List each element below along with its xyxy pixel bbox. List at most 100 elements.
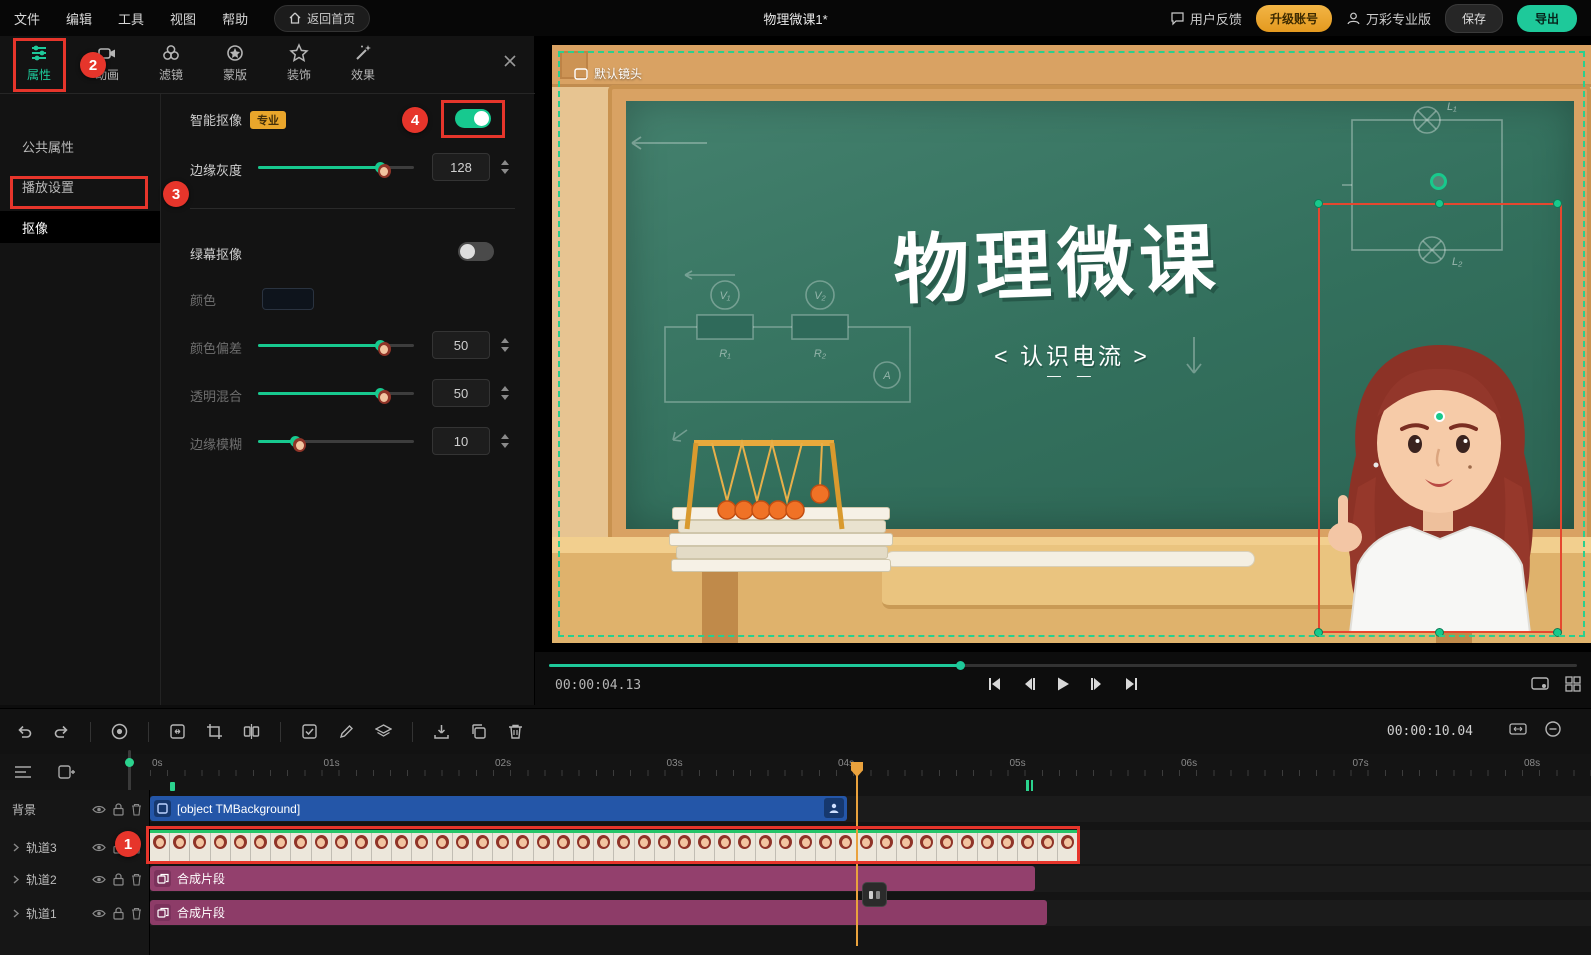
chroma-key-icon[interactable] <box>824 798 844 818</box>
delete-icon[interactable] <box>507 723 524 740</box>
menu-help[interactable]: 帮助 <box>222 9 248 28</box>
track-manager-icon[interactable] <box>14 764 32 780</box>
color-swatch[interactable] <box>262 288 314 310</box>
center-handle[interactable] <box>1434 411 1445 422</box>
tab-animation[interactable]: 动画 <box>82 43 132 83</box>
copy-icon[interactable] <box>470 723 487 740</box>
trash-icon[interactable] <box>131 841 142 854</box>
track-header-track1[interactable]: 轨道1 <box>0 900 150 926</box>
export-clip-icon[interactable] <box>433 723 450 740</box>
account-button[interactable]: 万彩专业版 <box>1346 9 1431 28</box>
zoom-out-icon[interactable] <box>1545 721 1561 737</box>
menu-edit[interactable]: 编辑 <box>66 9 92 28</box>
green-screen-toggle[interactable] <box>458 242 494 261</box>
frame-forward-button[interactable] <box>1089 676 1105 692</box>
sidebar-item-keying[interactable]: 抠像 <box>0 211 160 243</box>
edge-blur-slider[interactable] <box>258 432 414 450</box>
frame-back-button[interactable] <box>1021 676 1037 692</box>
book <box>676 546 888 559</box>
skip-start-button[interactable] <box>987 676 1003 692</box>
progress-thumb[interactable] <box>956 661 965 670</box>
track3-filmstrip[interactable] <box>150 830 1080 864</box>
selection-handle[interactable] <box>1553 628 1562 637</box>
smart-key-toggle[interactable] <box>455 109 491 128</box>
lock-icon[interactable] <box>113 803 124 816</box>
eye-icon[interactable] <box>92 842 106 853</box>
color-label: 颜色 <box>190 290 216 309</box>
track-height-slider[interactable] <box>128 750 131 794</box>
selection-handle[interactable] <box>1314 628 1323 637</box>
selection-handle[interactable] <box>1314 199 1323 208</box>
edit-pen-icon[interactable] <box>338 723 355 740</box>
split-icon[interactable] <box>243 723 260 740</box>
redo-icon[interactable] <box>53 723 70 740</box>
background-clip[interactable]: [object TMBackground] <box>150 796 847 821</box>
track-header-track2[interactable]: 轨道2 <box>0 866 150 892</box>
layers-icon[interactable] <box>375 723 392 740</box>
track1-composite-clip[interactable]: 合成片段 <box>150 900 1047 925</box>
edge-gray-value[interactable]: 128 <box>432 153 490 181</box>
menu-view[interactable]: 视图 <box>170 9 196 28</box>
screenshot-icon[interactable] <box>1531 676 1549 692</box>
color-dev-spinner[interactable] <box>498 331 512 359</box>
eye-icon[interactable] <box>92 874 106 885</box>
track-header-background[interactable]: 背景 <box>0 796 150 822</box>
menu-tools[interactable]: 工具 <box>118 9 144 28</box>
lock-icon[interactable] <box>113 907 124 920</box>
skip-end-button[interactable] <box>1123 676 1139 692</box>
preview-progress-bar[interactable] <box>549 664 1577 667</box>
tab-effects[interactable]: 效果 <box>338 43 388 83</box>
trash-icon[interactable] <box>131 907 142 920</box>
track2-composite-clip[interactable]: 合成片段 <box>150 866 1035 891</box>
select-clip-icon[interactable] <box>301 723 318 740</box>
tab-filters[interactable]: 滤镜 <box>146 43 196 83</box>
grid-view-icon[interactable] <box>1565 676 1581 692</box>
fit-timeline-icon[interactable] <box>1509 721 1527 737</box>
feedback-button[interactable]: 用户反馈 <box>1170 9 1242 28</box>
chevron-right-icon[interactable] <box>12 843 20 852</box>
trash-icon[interactable] <box>131 873 142 886</box>
tab-decoration[interactable]: 装饰 <box>274 43 324 83</box>
camera-label[interactable]: 默认镜头 <box>574 65 642 82</box>
tab-properties[interactable]: 属性 <box>14 43 64 83</box>
save-button[interactable]: 保存 <box>1445 4 1503 33</box>
composite-icon <box>154 904 171 921</box>
crop-icon[interactable] <box>206 723 223 740</box>
trash-icon[interactable] <box>131 803 142 816</box>
undo-icon[interactable] <box>16 723 33 740</box>
record-keyframe-icon[interactable] <box>111 723 128 740</box>
add-track-icon[interactable] <box>58 764 75 780</box>
selection-handle[interactable] <box>1553 199 1562 208</box>
rotate-handle[interactable] <box>1430 173 1447 190</box>
eye-icon[interactable] <box>92 804 106 815</box>
alpha-blend-slider[interactable] <box>258 384 414 402</box>
sidebar-item-common[interactable]: 公共属性 <box>0 130 160 162</box>
edge-gray-spinner[interactable] <box>498 153 512 181</box>
edge-blur-value[interactable]: 10 <box>432 427 490 455</box>
lock-icon[interactable] <box>113 873 124 886</box>
sidebar-item-playback[interactable]: 播放设置 <box>0 170 160 202</box>
lock-icon[interactable] <box>113 841 124 854</box>
eye-icon[interactable] <box>92 908 106 919</box>
preview-viewport: V₁ V₂ R₁ R₂ A L₁ L₂ 物理微课 <box>535 36 1591 652</box>
upgrade-button[interactable]: 升级账号 <box>1256 5 1332 32</box>
alpha-blend-value[interactable]: 50 <box>432 379 490 407</box>
chevron-right-icon[interactable] <box>12 875 20 884</box>
export-button[interactable]: 导出 <box>1517 5 1577 32</box>
color-dev-slider[interactable] <box>258 336 414 354</box>
chevron-right-icon[interactable] <box>12 909 20 918</box>
home-button[interactable]: 返回首页 <box>274 5 370 32</box>
edge-blur-spinner[interactable] <box>498 427 512 455</box>
selection-handle[interactable] <box>1435 199 1444 208</box>
preview-scene[interactable]: V₁ V₂ R₁ R₂ A L₁ L₂ 物理微课 <box>552 45 1591 643</box>
alpha-blend-spinner[interactable] <box>498 379 512 407</box>
selection-handle[interactable] <box>1435 628 1444 637</box>
track-header-track3[interactable]: 轨道3 <box>0 830 150 864</box>
play-button[interactable] <box>1055 676 1071 692</box>
edge-gray-slider[interactable] <box>258 158 414 176</box>
menu-file[interactable]: 文件 <box>14 9 40 28</box>
tab-mask[interactable]: 蒙版 <box>210 43 260 83</box>
close-icon[interactable] <box>503 54 517 68</box>
transform-icon[interactable] <box>169 723 186 740</box>
color-dev-value[interactable]: 50 <box>432 331 490 359</box>
